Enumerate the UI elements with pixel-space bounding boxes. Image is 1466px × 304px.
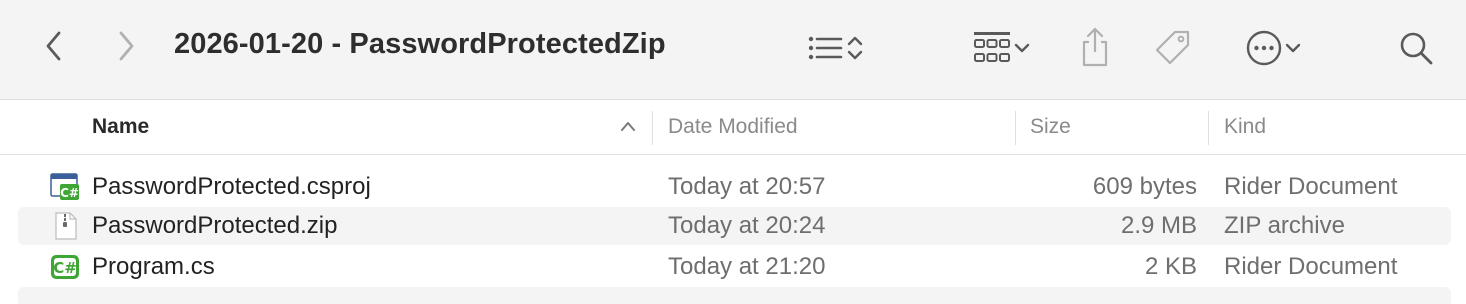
file-kind: ZIP archive [1224,212,1345,239]
file-kind: Rider Document [1224,173,1398,200]
chevron-down-icon [1283,38,1303,58]
view-options-button[interactable] [795,30,875,66]
csharp-file-icon: C# [50,253,80,281]
svg-text:C#: C# [60,186,79,200]
column-header-size[interactable]: Size [1030,115,1071,139]
file-name: PasswordProtected.csproj [92,173,371,200]
share-icon [1079,25,1111,69]
chevron-down-icon [1012,38,1032,58]
grid-group-icon [972,30,1012,66]
column-header-date[interactable]: Date Modified [668,115,798,139]
back-button[interactable] [36,26,72,66]
chevron-left-icon [44,30,64,62]
file-date-modified: Today at 20:24 [668,212,826,239]
column-divider[interactable] [1208,111,1209,145]
csproj-file-icon: C# [50,173,80,201]
file-size: 2 KB [1144,253,1197,280]
file-row[interactable]: C# PasswordProtected.csproj Today at 20:… [18,168,1451,206]
tag-button[interactable] [1150,26,1196,70]
file-kind: Rider Document [1224,253,1398,280]
svg-text:C#: C# [53,259,77,277]
file-row[interactable]: C# Program.cs Today at 21:20 2 KB Rider … [18,248,1451,286]
share-button[interactable] [1076,24,1114,70]
column-divider[interactable] [1015,111,1016,145]
list-view-icon [805,33,845,63]
chevron-right-icon [116,30,136,62]
empty-row [18,287,1451,304]
file-name: PasswordProtected.zip [92,212,338,239]
file-size: 609 bytes [1092,173,1197,200]
column-header-name[interactable]: Name [92,115,149,139]
file-name: Program.cs [92,253,215,280]
group-button[interactable] [962,28,1042,68]
sort-ascending-icon [618,118,638,139]
more-actions-button[interactable] [1238,28,1310,68]
column-divider[interactable] [652,111,653,145]
chevron-up-down-icon [845,33,865,63]
toolbar: 2026-01-20 - PasswordProtectedZip [0,0,1466,100]
zip-file-icon [50,212,80,240]
search-button[interactable] [1396,28,1436,68]
window-title: 2026-01-20 - PasswordProtectedZip [174,28,666,60]
search-icon [1398,30,1434,66]
tag-icon [1153,28,1193,68]
file-row[interactable]: PasswordProtected.zip Today at 20:24 2.9… [18,207,1451,245]
file-size: 2.9 MB [1120,212,1197,239]
ellipsis-circle-icon [1245,29,1283,67]
forward-button[interactable] [108,26,144,66]
file-date-modified: Today at 21:20 [668,253,826,280]
file-date-modified: Today at 20:57 [668,173,826,200]
column-header-kind[interactable]: Kind [1224,115,1266,139]
column-header-row: Name Date Modified Size Kind [0,101,1466,155]
